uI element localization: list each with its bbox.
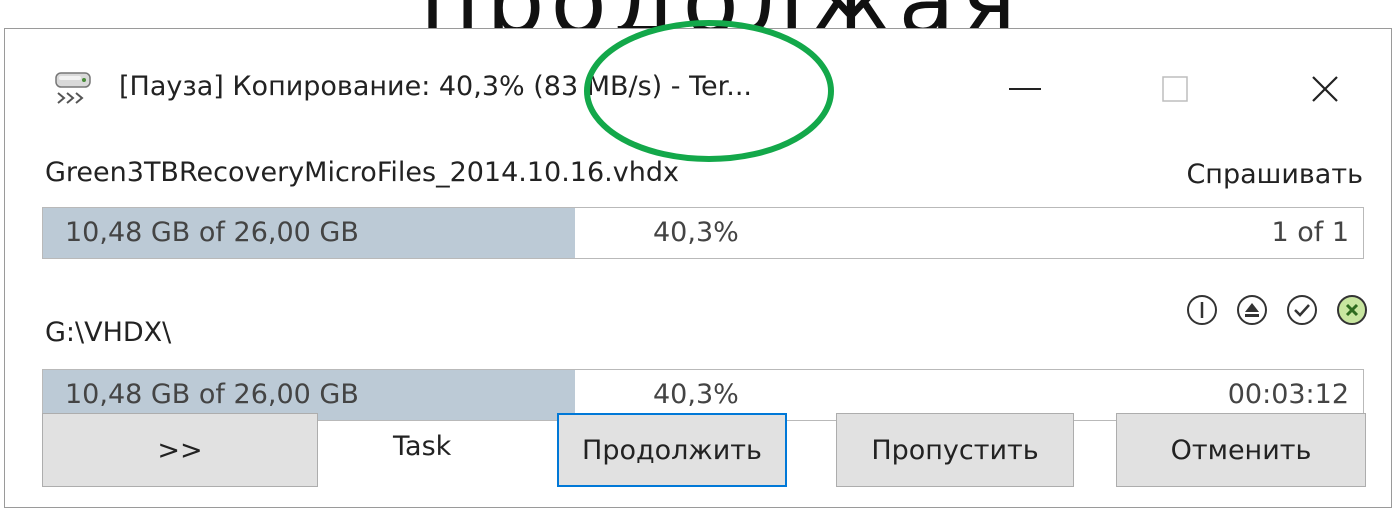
eject-icon[interactable] [1235, 293, 1269, 327]
title-bar[interactable]: [Пауза] Копирование: 40,3% (83 MB/s) - T… [5, 29, 1391, 141]
check-icon[interactable] [1285, 293, 1319, 327]
total-progress-size: 10,48 GB of 26,00 GB [65, 379, 359, 410]
continue-button[interactable]: Продолжить [557, 413, 787, 487]
cancel-button[interactable]: Отменить [1116, 413, 1366, 487]
drive-copy-icon [55, 72, 91, 104]
info-icon[interactable] [1185, 293, 1219, 327]
task-label[interactable]: Task [393, 431, 451, 462]
file-progress-percent: 40,3% [653, 217, 739, 248]
skip-button[interactable]: Пропустить [836, 413, 1074, 487]
overwrite-mode-link[interactable]: Спрашивать [1186, 159, 1363, 190]
maximize-icon [1162, 76, 1188, 102]
file-progress-size: 10,48 GB of 26,00 GB [65, 217, 359, 248]
close-button[interactable] [1285, 63, 1365, 115]
minimize-icon [1009, 88, 1041, 90]
more-button[interactable]: >> [42, 413, 318, 487]
current-file-name: Green3TBRecoveryMicroFiles_2014.10.16.vh… [45, 157, 679, 188]
destination-path: G:\VHDX\ [45, 317, 172, 348]
file-progress-bar: 10,48 GB of 26,00 GB 40,3% 1 of 1 [42, 207, 1364, 259]
file-count: 1 of 1 [1271, 217, 1349, 248]
minimize-button[interactable] [985, 63, 1065, 115]
close-icon [1312, 76, 1338, 102]
maximize-button[interactable] [1135, 63, 1215, 115]
copy-dialog: [Пауза] Копирование: 40,3% (83 MB/s) - T… [4, 28, 1392, 508]
total-progress-percent: 40,3% [653, 379, 739, 410]
remaining-time: 00:03:12 [1227, 379, 1349, 410]
screenshot: продолжая [Пауза] Копирование: 40,3% (83… [0, 0, 1398, 511]
window-title: [Пауза] Копирование: 40,3% (83 MB/s) - T… [119, 71, 753, 102]
cancel-circle-icon[interactable] [1335, 293, 1369, 327]
action-icons [1185, 293, 1369, 327]
